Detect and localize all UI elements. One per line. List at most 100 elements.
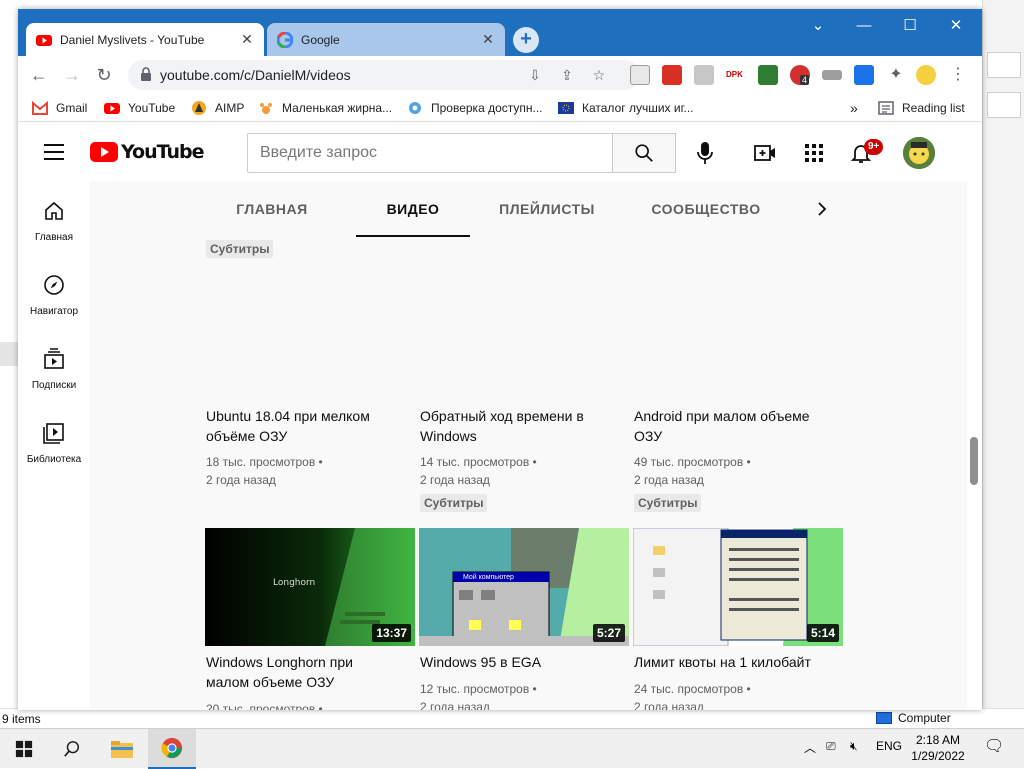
share-icon[interactable]: ⇪ <box>558 66 576 84</box>
volume-muted-icon[interactable]: 🔇︎ <box>850 739 858 754</box>
youtube-page: YouTube 9+ Главная Навиг <box>18 123 982 710</box>
bookmarks-overflow-icon[interactable]: » <box>850 99 858 117</box>
reload-icon[interactable]: ↻ <box>93 64 115 86</box>
bookmark-fat[interactable]: Маленькая жирна... <box>258 99 392 117</box>
profile-avatar[interactable] <box>916 65 936 85</box>
youtube-icon <box>104 103 120 114</box>
sidebar-item-library[interactable]: Библиотека <box>18 407 90 481</box>
install-app-icon[interactable]: ⇩ <box>526 66 544 84</box>
extension-arrow-icon[interactable] <box>854 65 874 85</box>
bookmarks-bar: Gmail YouTube AIMP Маленькая жирна... Пр… <box>18 94 982 122</box>
video-thumbnail[interactable]: Longhorn 13:37 <box>205 528 415 646</box>
explorer-search-box[interactable] <box>987 52 1021 78</box>
scrollbar-thumb[interactable] <box>970 437 978 485</box>
chrome-window: Daniel Myslivets - YouTube ✕ Google ✕ + … <box>18 9 982 710</box>
video-title[interactable]: Лимит квоты на 1 килобайт <box>634 652 854 672</box>
sidebar-item-label: Навигатор <box>29 306 79 317</box>
video-meta: 12 тыс. просмотров • 2 года назад <box>420 680 620 710</box>
tab-playlists[interactable]: ПЛЕЙЛИСТЫ <box>490 181 604 237</box>
tab-home[interactable]: ГЛАВНАЯ <box>228 181 316 237</box>
maximize-button[interactable]: ☐ <box>887 13 933 39</box>
tab-close-icon[interactable]: ✕ <box>240 31 254 48</box>
youtube-play-icon <box>90 142 118 162</box>
tab-videos[interactable]: ВИДЕО <box>356 181 470 237</box>
youtube-logo[interactable]: YouTube <box>90 141 204 163</box>
search-input[interactable] <box>248 134 612 172</box>
video-title[interactable]: Android при малом объеме ОЗУ <box>634 406 834 446</box>
bookmark-aimp[interactable]: AIMP <box>191 99 244 117</box>
tab-google[interactable]: Google ✕ <box>267 23 505 56</box>
extension-page-icon[interactable] <box>630 65 650 85</box>
video-title[interactable]: Ubuntu 18.04 при мелком объёме ОЗУ <box>206 406 406 446</box>
bookmark-label: YouTube <box>128 101 176 115</box>
avatar-face-icon <box>903 137 935 169</box>
explorer-computer-item[interactable]: Computer <box>876 711 951 725</box>
tab-search-chevron-icon[interactable]: ⌄ <box>795 13 841 39</box>
video-title[interactable]: Windows Longhorn при малом объеме ОЗУ <box>206 652 406 692</box>
chevron-right-icon[interactable] <box>812 199 832 219</box>
video-age: 2 года назад <box>634 700 704 710</box>
microphone-icon[interactable] <box>692 139 718 167</box>
bookmark-gmail[interactable]: Gmail <box>32 99 87 117</box>
bookmark-catalog[interactable]: Каталог лучших иг... <box>558 99 694 117</box>
chrome-menu-icon[interactable]: ⋮ <box>948 65 968 85</box>
sidebar-item-label: Подписки <box>31 380 77 391</box>
home-icon <box>45 201 63 220</box>
extension-toggle-icon[interactable] <box>822 70 842 80</box>
video-title[interactable]: Windows 95 в EGA <box>420 652 620 672</box>
extensions-puzzle-icon[interactable]: ✦ <box>886 65 906 85</box>
file-explorer-taskbar-button[interactable] <box>98 729 146 769</box>
apps-grid-icon[interactable] <box>802 141 826 165</box>
chrome-icon <box>161 737 183 759</box>
bookmark-label: Reading list <box>902 101 965 115</box>
menu-hamburger-icon[interactable] <box>44 144 64 160</box>
address-bar[interactable]: youtube.com/c/DanielM/videos ⇩ ⇪ ☆ <box>128 60 640 90</box>
clock-date: 1/29/2022 <box>911 749 965 763</box>
bookmark-check[interactable]: Проверка доступн... <box>407 99 543 117</box>
bookmark-youtube[interactable]: YouTube <box>104 99 175 117</box>
video-thumbnail[interactable]: Мой компьютер 5:27 <box>419 528 629 646</box>
video-title[interactable]: Обратный ход времени в Windows <box>420 406 620 446</box>
search-taskbar-button[interactable] <box>48 729 96 769</box>
tab-community[interactable]: СООБЩЕСТВО <box>636 181 776 237</box>
page-scrollbar[interactable] <box>967 181 982 710</box>
language-indicator[interactable]: ENG <box>876 739 902 753</box>
reading-list-icon <box>878 101 894 115</box>
tab-title: Daniel Myslivets - YouTube <box>60 32 205 47</box>
eu-flag-icon <box>558 102 574 114</box>
notification-center-icon[interactable]: 🗨︎ <box>984 736 1004 756</box>
start-button[interactable] <box>0 729 48 769</box>
extension-gear-icon[interactable] <box>662 65 682 85</box>
bookmark-star-icon[interactable]: ☆ <box>590 66 608 84</box>
close-button[interactable]: ✕ <box>933 13 979 39</box>
paw-icon <box>260 103 272 114</box>
bookmark-reading-list[interactable]: Reading list <box>878 99 965 117</box>
video-age: 2 года назад <box>206 473 276 487</box>
clock-time: 2:18 AM <box>915 733 961 747</box>
search-button[interactable] <box>612 133 676 173</box>
network-icon[interactable]: ⎚ <box>826 739 836 754</box>
chrome-taskbar-button[interactable] <box>148 729 196 769</box>
tab-close-icon[interactable]: ✕ <box>481 31 495 48</box>
account-avatar[interactable] <box>903 137 935 169</box>
subscriptions-icon <box>44 348 64 369</box>
tab-youtube[interactable]: Daniel Myslivets - YouTube ✕ <box>26 23 264 56</box>
extension-green-icon[interactable] <box>758 65 778 85</box>
back-arrow-icon[interactable]: ← <box>28 64 50 86</box>
sidebar-item-subscriptions[interactable]: Подписки <box>18 333 90 407</box>
library-icon <box>43 423 64 444</box>
new-tab-button[interactable]: + <box>513 27 539 53</box>
extension-red-icon[interactable]: 4 <box>790 65 810 85</box>
sidebar-item-explore[interactable]: Навигатор <box>18 259 90 333</box>
video-meta: 24 тыс. просмотров • 2 года назад <box>634 680 834 710</box>
clock[interactable]: 2:18 AM 1/29/2022 <box>906 732 970 764</box>
tray-expand-icon[interactable]: ︿ <box>804 739 816 756</box>
minimize-button[interactable]: — <box>841 13 887 39</box>
forward-arrow-icon[interactable]: → <box>61 64 83 86</box>
extension-window-icon[interactable] <box>694 65 714 85</box>
sidebar-item-label: Библиотека <box>26 454 82 465</box>
video-thumbnail[interactable]: 5:14 <box>633 528 843 646</box>
sidebar-item-home[interactable]: Главная <box>18 185 90 259</box>
create-video-icon[interactable] <box>753 141 777 165</box>
extension-dpk-icon[interactable]: DPK <box>726 65 748 85</box>
